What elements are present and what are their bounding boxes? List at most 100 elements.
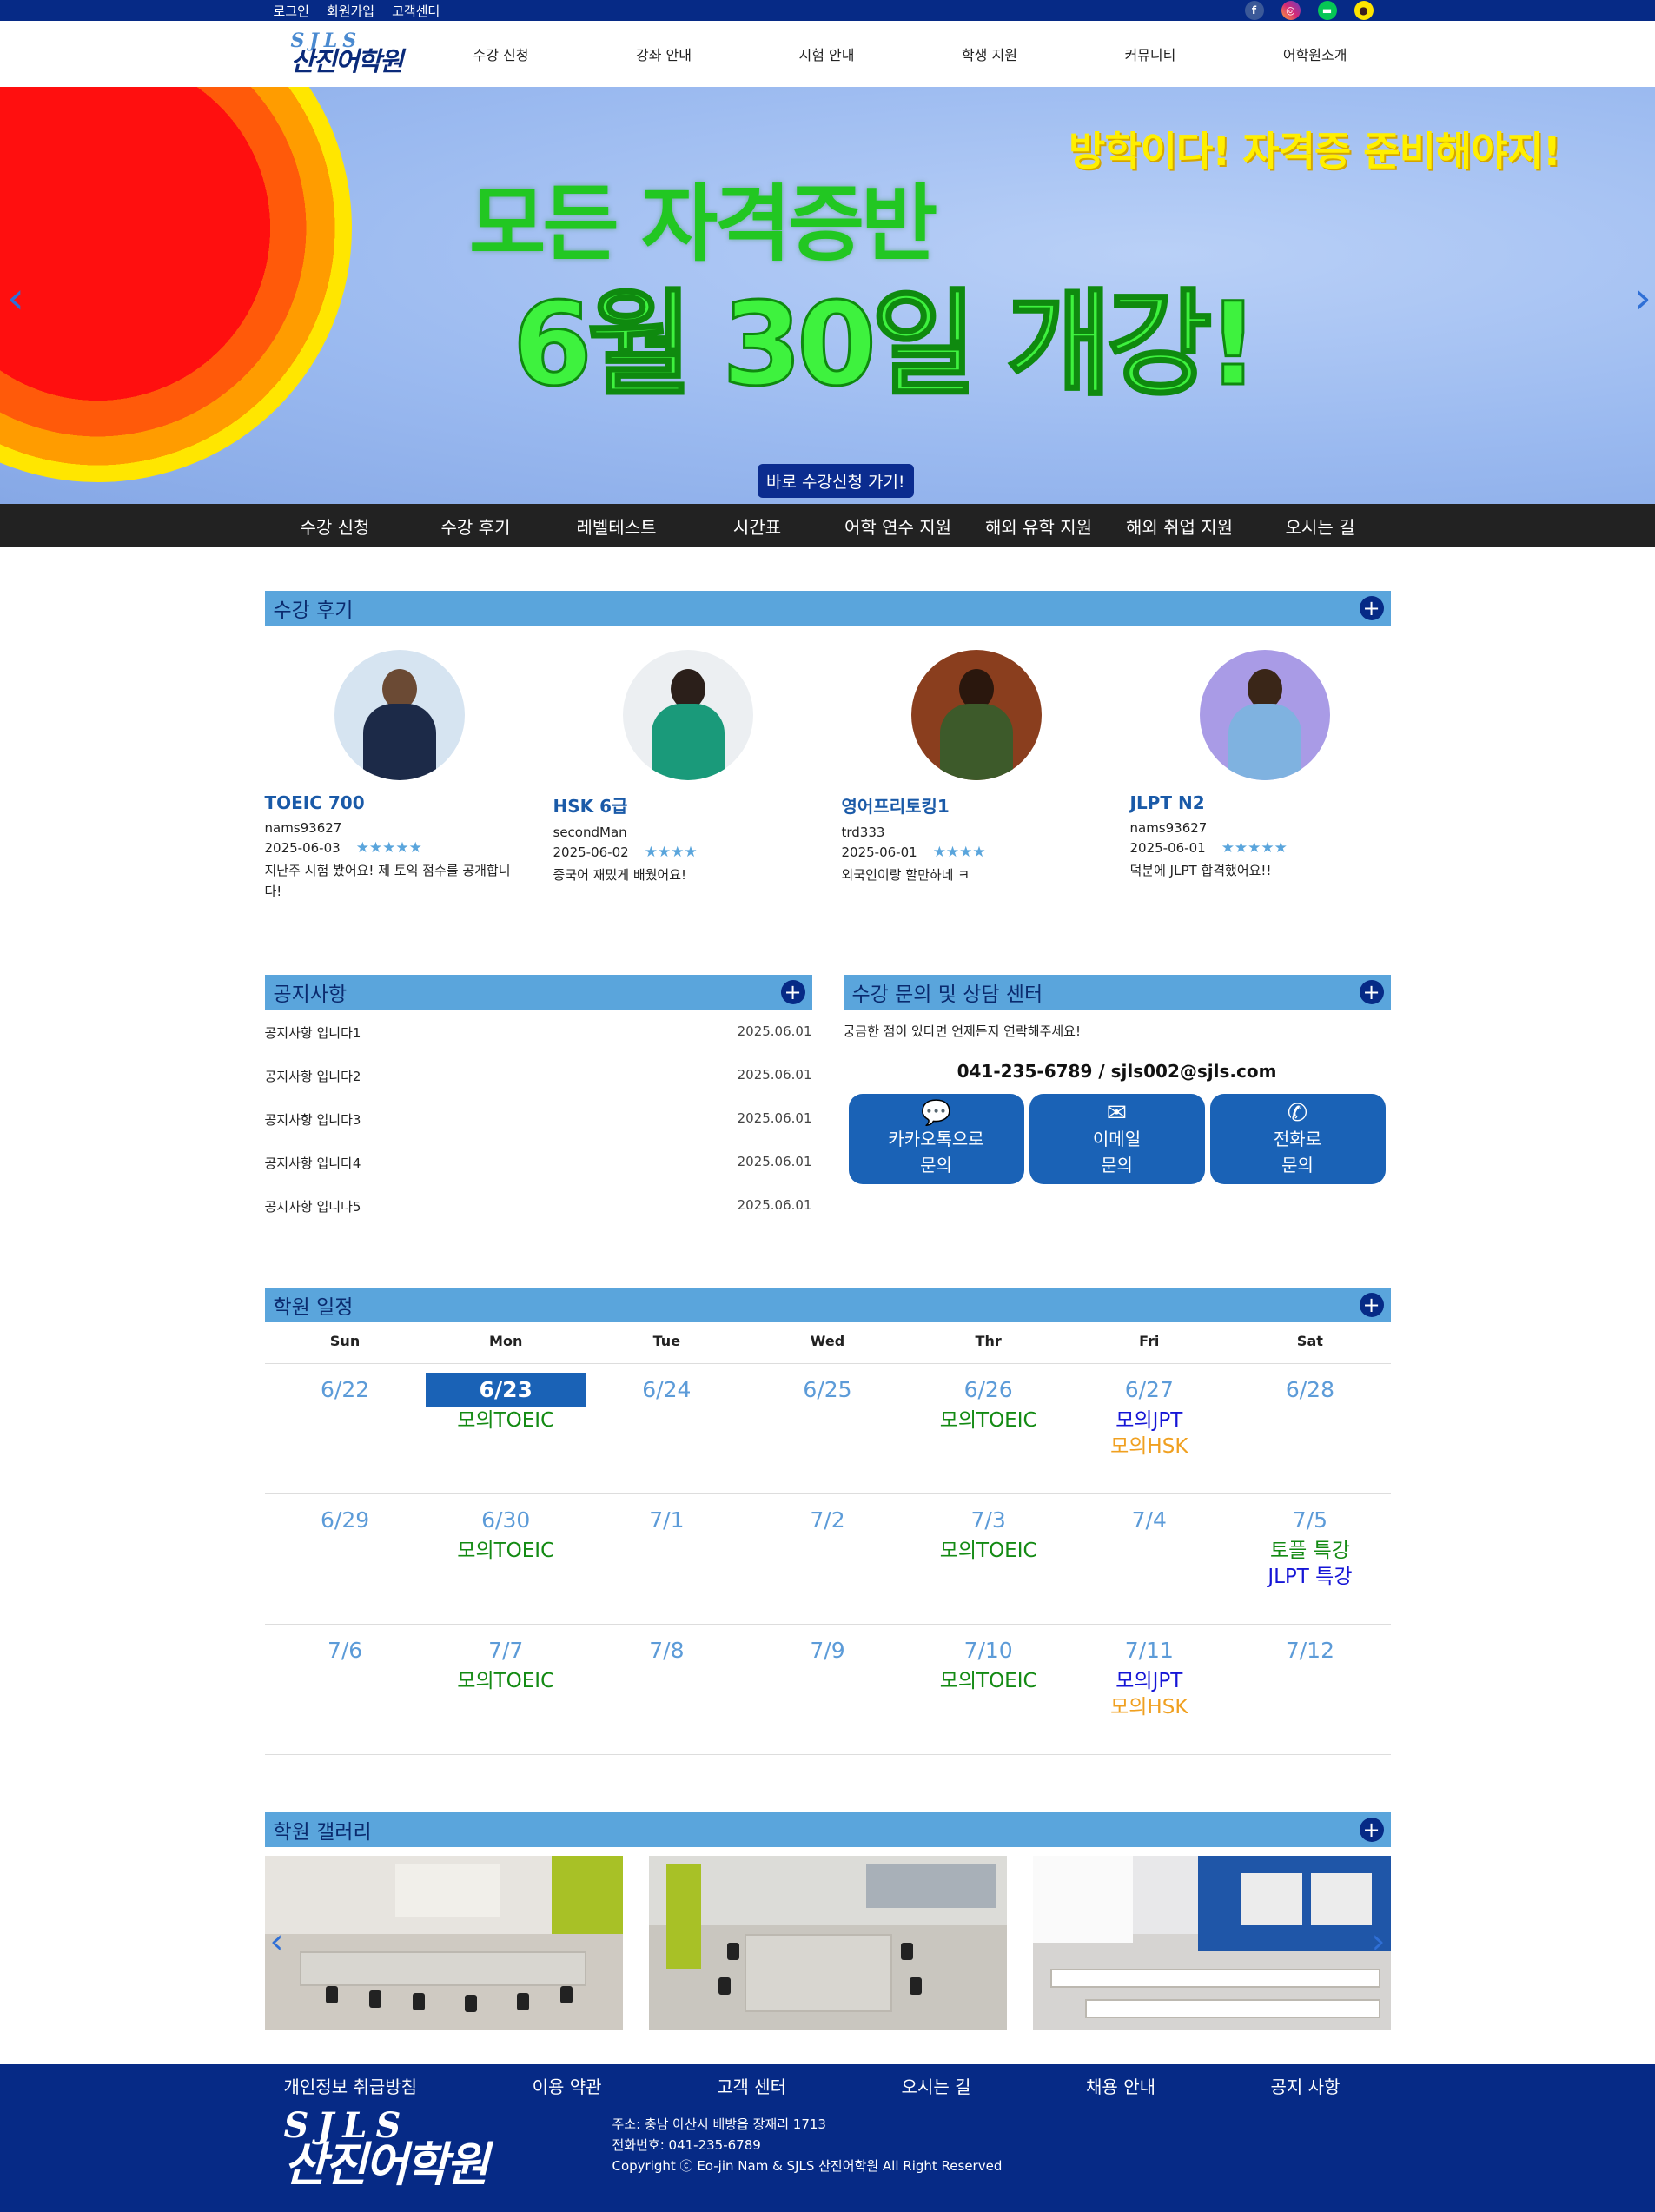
calendar-day[interactable]: 7/1 [586,1494,747,1624]
footer-info: 주소: 충남 아산시 배방읍 장재리 1713 전화번호: 041-235-67… [612,2110,1003,2189]
footer-privacy-link[interactable]: 개인정보 취급방침 [284,2073,418,2098]
calendar-day[interactable]: 7/11 모의JPT 모의HSK [1069,1625,1229,1754]
facebook-icon[interactable]: f [1244,1,1264,20]
more-plus-icon[interactable]: + [1359,1818,1384,1842]
calendar-event[interactable]: 모의TOEIC [426,1668,586,1694]
star-rating-icon: ★★★★ [932,844,986,861]
calendar-day[interactable]: 7/5 토플 특강 JLPT 특강 [1229,1494,1390,1624]
calendar-day[interactable]: 7/4 [1069,1494,1229,1624]
calendar-day[interactable]: 6/24 [586,1364,747,1493]
notice-item[interactable]: 공지사항 입니다3 2025.06.01 [265,1110,812,1154]
calendar-event[interactable]: 모의TOEIC [908,1668,1069,1694]
weekday-header: Sun Mon Tue Wed Thr Fri Sat [264,1333,1391,1364]
quick-nav-level-test[interactable]: 레벨테스트 [546,504,687,547]
calendar-day[interactable]: 6/28 [1229,1364,1390,1493]
review-card[interactable]: TOEIC 700 nams93627 2025-06-03 ★★★★★ 지난주 … [265,650,526,902]
hero-apply-button[interactable]: 바로 수강신청 가기! [758,464,914,498]
footer-customer-center-link[interactable]: 고객 센터 [717,2073,786,2098]
review-card[interactable]: HSK 6급 secondMan 2025-06-02 ★★★★ 중국어 재밌게 … [553,650,814,902]
instagram-icon[interactable]: ◎ [1281,1,1301,20]
notice-item[interactable]: 공지사항 입니다2 2025.06.01 [265,1067,812,1110]
calendar-day[interactable]: 6/26 모의TOEIC [908,1364,1069,1493]
top-links: 로그인 회원가입 고객센터 [265,2,440,20]
logo-ko: 산진어학원 [290,47,404,77]
nav-exam-info[interactable]: 시험 안내 [798,43,854,64]
gallery-prev-icon[interactable]: ‹ [270,1922,284,1962]
nav-about[interactable]: 어학원소개 [1283,43,1347,64]
review-card[interactable]: 영어프리토킹1 trd333 2025-06-01 ★★★★ 외국인이랑 할만하네… [842,650,1102,902]
calendar-day[interactable]: 6/23 모의TOEIC [425,1364,586,1493]
quick-nav-reviews[interactable]: 수강 후기 [406,504,546,547]
calendar-day[interactable]: 6/27 모의JPT 모의HSK [1069,1364,1229,1493]
kakao-inquiry-button[interactable]: 💬 카카오톡으로 문의 [848,1094,1024,1184]
gallery-image[interactable] [648,1856,1007,2030]
line-icon[interactable]: ▬ [1317,1,1337,20]
quick-nav-apply[interactable]: 수강 신청 [265,504,406,547]
calendar-event[interactable]: 모의HSK [1069,1434,1229,1460]
envelope-icon: ✉ [1106,1098,1128,1127]
gallery-image[interactable] [264,1856,623,2030]
quick-nav-language-training[interactable]: 어학 연수 지원 [828,504,969,547]
more-plus-icon[interactable]: + [1359,980,1384,1004]
calendar-event[interactable]: 모의TOEIC [426,1407,586,1434]
calendar-event[interactable]: 모의HSK [1069,1694,1229,1720]
footer-directions-link[interactable]: 오시는 길 [902,2073,971,2098]
login-link[interactable]: 로그인 [274,2,309,20]
day-date: 6/23 [425,1373,586,1407]
calendar-event[interactable]: 모의TOEIC [908,1538,1069,1564]
nav-community[interactable]: 커뮤니티 [1124,43,1175,64]
calendar-day[interactable]: 7/3 모의TOEIC [908,1494,1069,1624]
footer-terms-link[interactable]: 이용 약관 [533,2073,602,2098]
footer-links: 개인정보 취급방침 이용 약관 고객 센터 오시는 길 채용 안내 공지 사항 [265,2064,1391,2098]
signup-link[interactable]: 회원가입 [327,2,374,20]
calendar-day[interactable]: 7/9 [747,1625,908,1754]
review-date: 2025-06-01 [841,844,917,860]
site-logo[interactable]: SJLS 산진어학원 [265,30,430,78]
calendar-event[interactable]: JLPT 특강 [1229,1564,1390,1590]
calendar-event[interactable]: 모의JPT [1069,1407,1229,1434]
more-plus-icon[interactable]: + [1359,1293,1384,1317]
slider-next-icon[interactable]: › [1634,273,1652,323]
calendar-event[interactable]: 모의TOEIC [426,1538,586,1564]
calendar-event[interactable]: 토플 특강 [1229,1538,1390,1564]
calendar-day[interactable]: 7/7 모의TOEIC [426,1625,586,1754]
more-plus-icon[interactable]: + [780,980,805,1004]
social-links: f ◎ ▬ ● [1244,1,1391,20]
calendar-day[interactable]: 7/8 [586,1625,747,1754]
notice-item[interactable]: 공지사항 입니다1 2025.06.01 [265,1023,812,1067]
gallery-image[interactable] [1032,1856,1391,2030]
notice-item[interactable]: 공지사항 입니다5 2025.06.01 [265,1197,812,1241]
nav-course-apply[interactable]: 수강 신청 [473,43,529,64]
calendar-day[interactable]: 6/30 모의TOEIC [426,1494,586,1624]
nav-student-support[interactable]: 학생 지원 [962,43,1017,64]
quick-nav-directions[interactable]: 오시는 길 [1250,504,1391,547]
email-inquiry-button[interactable]: ✉ 이메일 문의 [1029,1094,1205,1184]
contact-section: 수강 문의 및 상담 센터 + 궁금한 점이 있다면 언제든지 연락해주세요! … [843,975,1391,1241]
review-card[interactable]: JLPT N2 nams93627 2025-06-01 ★★★★★ 덕분에 JL… [1130,650,1391,902]
calendar-day[interactable]: 7/12 [1229,1625,1390,1754]
quick-nav-study-abroad[interactable]: 해외 유학 지원 [969,504,1109,547]
footer-careers-link[interactable]: 채용 안내 [1086,2073,1155,2098]
calendar-day[interactable]: 6/25 [747,1364,908,1493]
customer-center-link[interactable]: 고객센터 [392,2,440,20]
calendar-day[interactable]: 6/29 [265,1494,426,1624]
slider-prev-icon[interactable]: ‹ [7,273,24,323]
calendar-event[interactable]: 모의TOEIC [908,1407,1069,1434]
calendar-day[interactable]: 7/10 모의TOEIC [908,1625,1069,1754]
more-plus-icon[interactable]: + [1359,596,1384,620]
quick-nav-timetable[interactable]: 시간표 [687,504,828,547]
calendar-day[interactable]: 7/6 [265,1625,426,1754]
notice-item[interactable]: 공지사항 입니다4 2025.06.01 [265,1154,812,1197]
footer-notice-link[interactable]: 공지 사항 [1271,2073,1341,2098]
contact-description: 궁금한 점이 있다면 언제든지 연락해주세요! [843,1023,1082,1039]
calendar-event[interactable]: 모의JPT [1069,1668,1229,1694]
nav-course-info[interactable]: 강좌 안내 [636,43,692,64]
kakaotalk-icon[interactable]: ● [1354,1,1374,20]
day-date: 7/5 [1292,1507,1328,1533]
quick-nav-overseas-jobs[interactable]: 해외 취업 지원 [1109,504,1250,547]
gallery-next-icon[interactable]: › [1372,1922,1386,1962]
gallery-header: 학원 갤러리 + [264,1812,1391,1847]
calendar-day[interactable]: 6/22 [265,1364,426,1493]
calendar-day[interactable]: 7/2 [747,1494,908,1624]
phone-inquiry-button[interactable]: ✆ 전화로 문의 [1209,1094,1386,1184]
